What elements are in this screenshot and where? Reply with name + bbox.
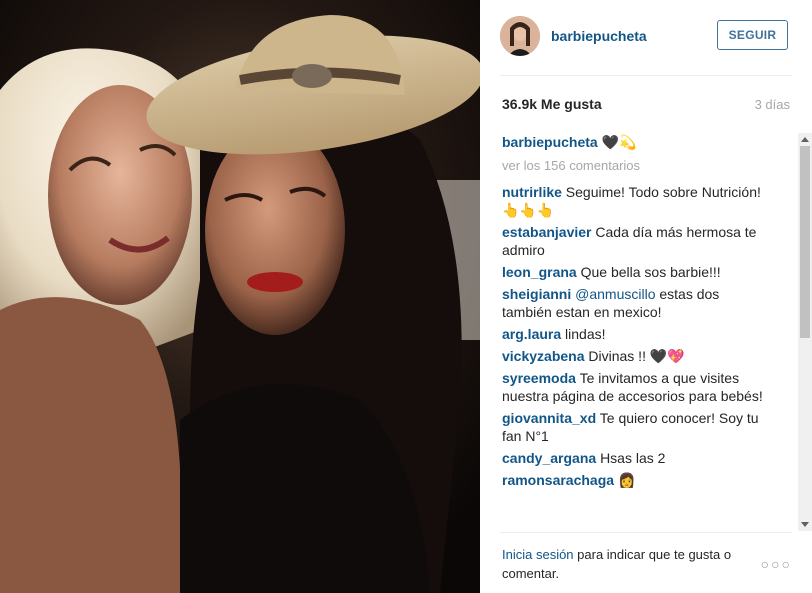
comment: giovannita_xd Te quiero conocer! Soy tu … xyxy=(502,409,772,445)
caption-text: 🖤💫 xyxy=(601,134,637,150)
comment-text: Divinas !! 🖤💖 xyxy=(588,348,685,364)
comment-username[interactable]: nutrirlike xyxy=(502,184,562,200)
view-all-comments-link[interactable]: ver los 156 comentarios xyxy=(502,157,772,175)
comment-username[interactable]: ramonsarachaga xyxy=(502,472,614,488)
comment: ramonsarachaga 👩 xyxy=(502,471,772,489)
post-header: barbiepucheta SEGUIR xyxy=(480,0,812,74)
comment-username[interactable]: giovannita_xd xyxy=(502,410,596,426)
more-options-icon[interactable]: ○○○ xyxy=(761,556,792,572)
login-prompt: Inicia sesión para indicar que te gusta … xyxy=(502,545,752,583)
comment: estabanjavier Cada día más hermosa te ad… xyxy=(502,223,772,259)
username-link[interactable]: barbiepucheta xyxy=(551,28,647,44)
comment-text: Hsas las 2 xyxy=(600,450,666,466)
comment: leon_grana Que bella sos barbie!!! xyxy=(502,263,772,281)
divider xyxy=(500,532,792,533)
likes-count[interactable]: 36.9k Me gusta xyxy=(502,96,602,112)
comment-username[interactable]: arg.laura xyxy=(502,326,561,342)
avatar[interactable] xyxy=(500,16,540,56)
post-time[interactable]: 3 días xyxy=(755,97,790,112)
comment-username[interactable]: syreemoda xyxy=(502,370,576,386)
follow-button[interactable]: SEGUIR xyxy=(717,20,788,50)
comment-username[interactable]: sheigianni xyxy=(502,286,571,302)
comments-scrollbar[interactable] xyxy=(798,133,812,531)
caption: barbiepucheta 🖤💫 xyxy=(502,133,772,151)
avatar-image xyxy=(500,16,540,56)
comment: vickyzabena Divinas !! 🖤💖 xyxy=(502,347,772,365)
login-link[interactable]: Inicia sesión xyxy=(502,547,574,562)
arrow-down-icon[interactable] xyxy=(801,522,809,527)
mention-link[interactable]: @anmuscillo xyxy=(575,286,655,302)
comment: sheigianni @anmuscillo estas dos también… xyxy=(502,285,772,321)
comment-username[interactable]: estabanjavier xyxy=(502,224,592,240)
scrollbar-thumb[interactable] xyxy=(800,146,810,338)
comment: syreemoda Te invitamos a que visites nue… xyxy=(502,369,772,405)
comment: arg.laura lindas! xyxy=(502,325,772,343)
comment: candy_argana Hsas las 2 xyxy=(502,449,772,467)
comment-username[interactable]: leon_grana xyxy=(502,264,577,280)
post-photo[interactable] xyxy=(0,0,480,593)
comments-list: barbiepucheta 🖤💫 ver los 156 comentarios… xyxy=(502,133,772,531)
comment: nutrirlike Seguime! Todo sobre Nutrición… xyxy=(502,183,772,219)
instagram-post-modal: barbiepucheta SEGUIR 36.9k Me gusta 3 dí… xyxy=(0,0,812,593)
caption-username[interactable]: barbiepucheta xyxy=(502,134,598,150)
comment-text: lindas! xyxy=(565,326,606,342)
comment-username[interactable]: vickyzabena xyxy=(502,348,585,364)
divider xyxy=(500,75,792,76)
arrow-up-icon[interactable] xyxy=(801,137,809,142)
comment-username[interactable]: candy_argana xyxy=(502,450,596,466)
post-side-panel: barbiepucheta SEGUIR 36.9k Me gusta 3 dí… xyxy=(480,0,812,593)
photo-illustration xyxy=(0,0,480,593)
comment-text: Que bella sos barbie!!! xyxy=(580,264,721,280)
comment-text: 👩 xyxy=(617,472,636,488)
